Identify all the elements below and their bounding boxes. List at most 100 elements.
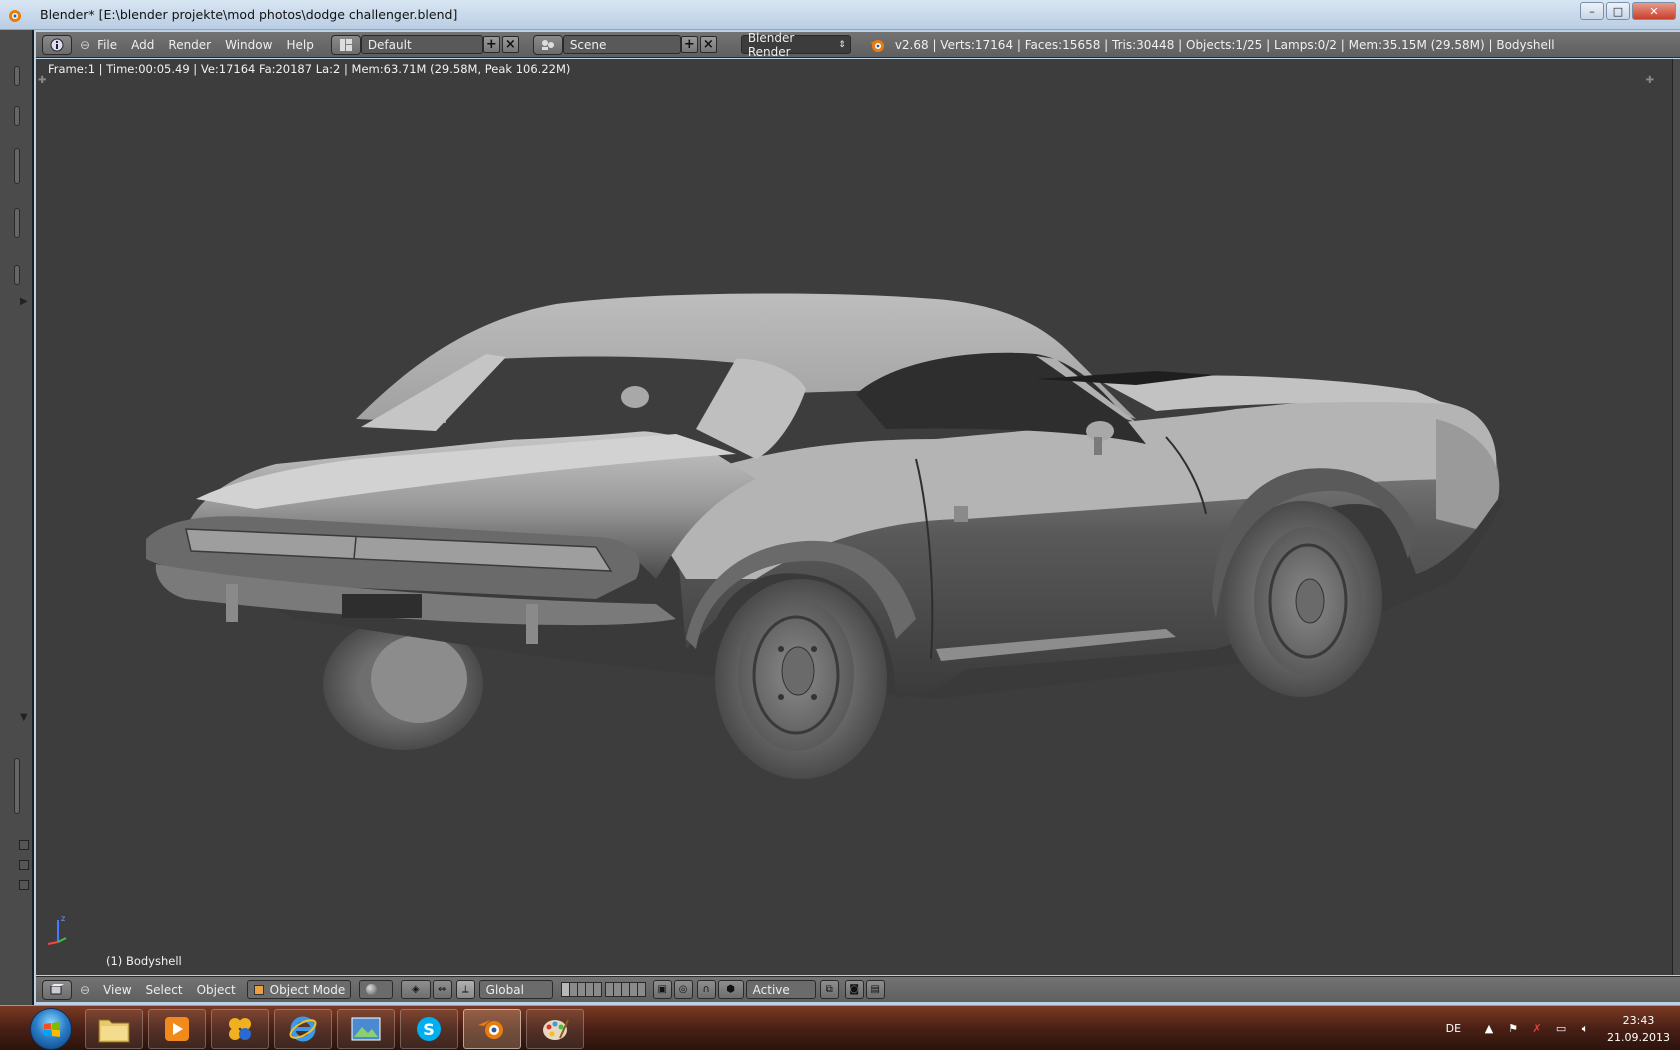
language-indicator[interactable]: DE <box>1446 1022 1461 1035</box>
taskbar-image-viewer-button[interactable] <box>337 1009 395 1049</box>
blender-app-icon[interactable] <box>6 6 24 24</box>
transform-orientation-dropdown[interactable]: Global <box>478 980 553 999</box>
layer-buttons-group-1[interactable] <box>560 982 602 997</box>
clock-time: 23:43 <box>1622 1013 1655 1027</box>
tool-button[interactable] <box>19 880 29 890</box>
remove-layout-button[interactable]: × <box>501 36 519 53</box>
scroll-handle[interactable] <box>14 758 20 814</box>
menu-view[interactable]: View <box>96 983 138 997</box>
transform-axes-icon: ⟂ <box>461 984 469 995</box>
menu-help[interactable]: Help <box>279 38 320 52</box>
scroll-handle[interactable] <box>14 208 20 238</box>
editor-type-button[interactable] <box>42 34 72 55</box>
render-engine-label: Blender Render <box>747 30 795 59</box>
snap-element-dropdown[interactable]: ⬢ <box>717 980 744 999</box>
start-button[interactable] <box>30 1008 72 1050</box>
collapse-arrow-icon[interactable]: ▼ <box>20 712 28 723</box>
viewport-shading-dropdown[interactable] <box>358 980 393 999</box>
proportional-icon: ◎ <box>678 984 688 995</box>
menu-render[interactable]: Render <box>161 38 218 52</box>
windows-taskbar: S DE ▲ ⚑ ✗ ▭ 🔈︎ 23:43 21.09.2013 <box>0 1005 1680 1050</box>
collapse-menu-icon[interactable]: ⊖ <box>80 38 90 52</box>
render-engine-dropdown[interactable]: Blender Render ⇕ <box>740 31 851 59</box>
scroll-handle[interactable] <box>14 265 20 285</box>
close-button[interactable]: ✕ <box>1632 2 1676 20</box>
tool-button[interactable] <box>19 840 29 850</box>
menu-window[interactable]: Window <box>218 38 279 52</box>
windows-logo-icon <box>44 1022 60 1037</box>
window-controls: – □ ✕ <box>1580 2 1676 20</box>
car-model-render[interactable] <box>36 59 1672 975</box>
screen-layout-button[interactable] <box>330 34 361 55</box>
opengl-render-button[interactable]: ◙ <box>844 980 864 999</box>
scene-selector-button[interactable] <box>532 34 563 55</box>
scroll-handle[interactable] <box>14 106 20 126</box>
align-rotation-button[interactable]: ⧉ <box>819 980 839 999</box>
menu-file[interactable]: File <box>90 38 124 52</box>
lock-icon: ▣ <box>657 984 667 995</box>
collapse-menu-icon[interactable]: ⊖ <box>80 983 90 997</box>
pivot-point-dropdown[interactable]: ◈ <box>400 980 431 999</box>
blender-logo-icon <box>869 39 884 52</box>
left-editor-strip: ▶ ▼ <box>0 30 34 1005</box>
add-scene-button[interactable]: + <box>680 36 698 53</box>
taskbar-blender-button[interactable] <box>463 1009 521 1049</box>
manipulator-icon: ⇔ <box>437 984 447 995</box>
minimize-button[interactable]: – <box>1580 2 1604 20</box>
3d-view-icon <box>50 983 64 994</box>
blender-icon <box>478 1020 503 1039</box>
lock-camera-button[interactable]: ▣ <box>652 980 672 999</box>
expand-arrow-icon[interactable]: ▶ <box>20 296 28 307</box>
scroll-handle[interactable] <box>14 148 20 184</box>
remove-scene-button[interactable]: × <box>699 36 717 53</box>
opengl-animation-button[interactable]: ▤ <box>865 980 885 999</box>
active-object-label: (1) Bodyshell <box>106 954 182 968</box>
camera-icon: ◙ <box>849 984 860 995</box>
layout-icon <box>339 38 352 51</box>
taskbar-skype-button[interactable]: S <box>400 1009 458 1049</box>
menu-select[interactable]: Select <box>139 983 190 997</box>
maximize-button[interactable]: □ <box>1606 2 1630 20</box>
interaction-mode-dropdown[interactable]: Object Mode <box>246 980 351 999</box>
shading-sphere-icon <box>365 984 377 995</box>
taskbar-media-button[interactable] <box>148 1009 206 1049</box>
menu-object[interactable]: Object <box>190 983 243 997</box>
folder-icon <box>98 1019 130 1043</box>
show-hidden-icons[interactable]: ▲ <box>1481 1021 1497 1037</box>
pivot-icon: ◈ <box>411 984 420 995</box>
volume-icon[interactable]: 🔈︎ <box>1577 1021 1593 1037</box>
scene-statistics: v2.68 | Verts:17164 | Faces:15658 | Tris… <box>894 37 1555 52</box>
taskbar-explorer-button[interactable] <box>85 1009 143 1049</box>
clapper-icon: ▤ <box>870 984 880 995</box>
editor-type-button[interactable] <box>42 979 72 1000</box>
screen-layout-field[interactable]: Default <box>360 35 483 54</box>
clock-date: 21.09.2013 <box>1607 1030 1670 1044</box>
3d-view-header: ⊖ View Select Object Object Mode ◈ ⇔ ⟂ G… <box>36 976 1680 1002</box>
action-center-flag-icon[interactable]: ⚑ <box>1505 1021 1521 1037</box>
manipulator-toggle[interactable]: ⇔ <box>432 980 452 999</box>
svg-text:S: S <box>423 1020 435 1039</box>
network-error-icon[interactable]: ✗ <box>1529 1021 1545 1037</box>
taskbar-game-button[interactable] <box>211 1009 269 1049</box>
window-titlebar[interactable]: Blender* [E:\blender projekte\mod photos… <box>0 0 1680 30</box>
network-icon[interactable]: ▭ <box>1553 1021 1569 1037</box>
image-viewer-icon <box>351 1017 381 1041</box>
snap-target-dropdown[interactable]: Active <box>745 980 816 999</box>
layer-buttons-group-2[interactable] <box>604 982 646 997</box>
3d-viewport[interactable]: Frame:1 | Time:00:05.49 | Ve:17164 Fa:20… <box>36 59 1672 975</box>
menu-add[interactable]: Add <box>124 38 161 52</box>
game-icon <box>229 1018 251 1040</box>
scroll-handle[interactable] <box>14 66 20 86</box>
snap-toggle-button[interactable]: ∩ <box>696 980 716 999</box>
dropdown-arrows-icon: ⇕ <box>838 39 846 50</box>
system-clock[interactable]: 23:43 21.09.2013 <box>1607 1012 1670 1046</box>
transform-manipulator-button[interactable]: ⟂ <box>455 980 475 999</box>
proportional-edit-button[interactable]: ◎ <box>673 980 693 999</box>
taskbar-paint-button[interactable] <box>526 1009 584 1049</box>
tool-button[interactable] <box>19 860 29 870</box>
axis-z-label: z <box>61 914 65 923</box>
add-layout-button[interactable]: + <box>482 36 500 53</box>
system-tray: DE ▲ ⚑ ✗ ▭ 🔈︎ 23:43 21.09.2013 <box>1446 1006 1670 1050</box>
taskbar-ie-button[interactable] <box>274 1009 332 1049</box>
scene-field[interactable]: Scene <box>562 35 681 54</box>
